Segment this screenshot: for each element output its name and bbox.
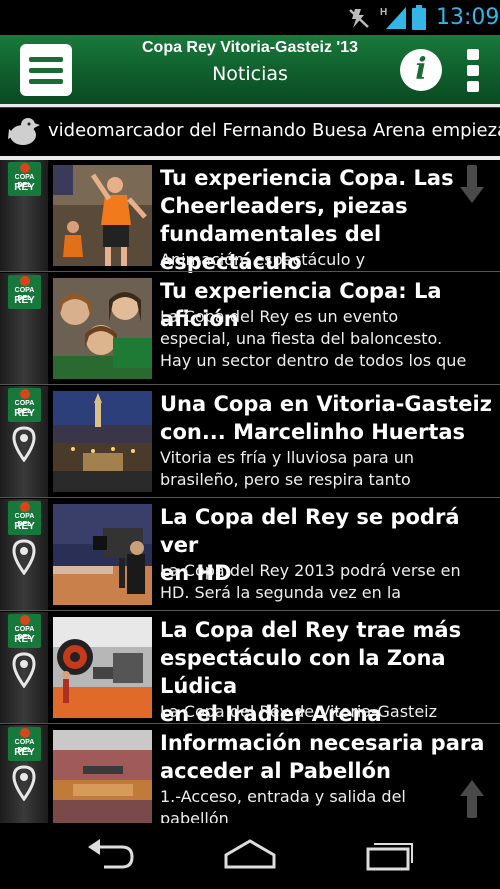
logo-line2: REY (14, 521, 35, 532)
scroll-down-arrow-icon[interactable] (458, 163, 486, 207)
copa-del-rey-logo: COPA DEL REY (8, 614, 41, 648)
basketball-icon (20, 276, 30, 286)
news-summary-line: La Copa del Rey 2013 podrá verse en (160, 561, 461, 580)
news-summary-line: Vitoria es fría y lluviosa para un (160, 448, 415, 467)
news-summary: Animación, espectáculo y (160, 249, 500, 269)
news-item[interactable]: COPA DEL REY La Copa del Rey trae más espe… (0, 612, 500, 726)
row-divider (0, 384, 500, 385)
copa-del-rey-logo: COPA DEL REY (8, 388, 41, 422)
network-type-label: H (380, 7, 387, 18)
item-side-strip: COPA DEL REY (0, 386, 48, 498)
basketball-icon (20, 728, 30, 738)
news-list[interactable]: COPA DEL REY Tu experiencia Copa. Las Chee… (0, 160, 500, 823)
news-item[interactable]: COPA DEL REY Tu experiencia Copa. Las Chee… (0, 160, 500, 274)
basketball-icon (20, 502, 30, 512)
news-summary-line: pabellón (160, 809, 229, 823)
news-title-line: Cheerleaders, piezas (160, 194, 408, 218)
news-item[interactable]: COPA DEL REY La Copa del Rey se podrá ver… (0, 499, 500, 611)
news-title-line: acceder al Pabellón (160, 759, 391, 783)
menu-button[interactable] (20, 44, 72, 96)
news-summary: La Copa del Rey 2013 podrá verse en HD. S… (160, 560, 500, 608)
item-side-strip: COPA DEL REY (0, 273, 48, 385)
map-pin-icon[interactable] (12, 765, 36, 805)
back-icon[interactable] (84, 837, 136, 873)
row-divider (0, 610, 500, 611)
news-thumbnail[interactable] (53, 504, 152, 605)
news-thumbnail[interactable] (53, 391, 152, 492)
copa-del-rey-logo: COPA DEL REY (8, 727, 41, 761)
overflow-menu-icon (467, 49, 479, 60)
news-summary: 1.-Acceso, entrada y salida del pabellón (160, 786, 500, 823)
news-thumbnail[interactable] (53, 278, 152, 379)
logo-line2: REY (14, 408, 35, 419)
status-bar: H 13:09 (0, 0, 500, 35)
news-item[interactable]: COPA DEL REY Tu experiencia Copa: La afic… (0, 273, 500, 385)
logo-line2: REY (14, 295, 35, 306)
news-summary-line: HD. Será la segunda vez en la (160, 583, 402, 602)
battery-icon (412, 5, 426, 30)
logo-line2: REY (14, 182, 35, 193)
item-side-strip: COPA DEL REY (0, 612, 48, 724)
basketball-icon (20, 389, 30, 399)
news-summary-line: La Copa del Rey de Vitoria-Gasteiz (160, 702, 438, 721)
copa-del-rey-logo: COPA DEL REY (8, 275, 41, 309)
row-divider (0, 723, 500, 724)
copa-del-rey-logo: COPA DEL REY (8, 162, 41, 196)
action-bar: Copa Rey Vitoria-Gasteiz '13 Noticias i (0, 35, 500, 104)
news-summary: La Copa del Rey es un evento especial, un… (160, 306, 500, 382)
news-title-line: La Copa del Rey trae más (160, 618, 462, 642)
news-ticker[interactable]: videomarcador del Fernando Buesa Arena e… (0, 108, 500, 156)
row-divider (0, 497, 500, 498)
signal-icon: H (380, 7, 406, 29)
news-title: Una Copa en Vitoria-Gasteiz con... Marcel… (160, 390, 500, 446)
news-summary-line: Hay un sector dentro de todos los que (160, 351, 467, 370)
news-summary-line: La Copa del Rey es un evento (160, 307, 399, 326)
copa-del-rey-logo: COPA DEL REY (8, 501, 41, 535)
logo-line2: REY (14, 747, 35, 758)
map-pin-icon[interactable] (12, 539, 36, 579)
map-pin-icon[interactable] (12, 652, 36, 692)
news-title-line: Información necesaria para (160, 731, 485, 755)
news-title-line: Una Copa en Vitoria-Gasteiz (160, 392, 492, 416)
ticker-text: videomarcador del Fernando Buesa Arena e… (48, 120, 500, 141)
item-side-strip: COPA DEL REY (0, 499, 48, 611)
recent-apps-icon[interactable] (364, 837, 416, 873)
info-icon: i (415, 52, 427, 87)
basketball-icon (20, 615, 30, 625)
news-summary: Vitoria es fría y lluviosa para un brasil… (160, 447, 500, 495)
news-title-line: Tu experiencia Copa. Las (160, 166, 454, 190)
news-summary-line: Animación, espectáculo y (160, 250, 366, 269)
scroll-up-arrow-icon[interactable] (458, 776, 486, 820)
menu-icon (29, 57, 63, 62)
twitter-bird-icon (8, 118, 40, 145)
row-divider (0, 271, 500, 272)
news-title: Información necesaria para acceder al Pab… (160, 729, 500, 785)
section-title: Noticias (212, 63, 288, 85)
news-summary: La Copa del Rey de Vitoria-Gasteiz (160, 701, 500, 721)
news-summary-line: brasileño, pero se respira tanto (160, 470, 411, 489)
news-summary-line: 1.-Acceso, entrada y salida del (160, 787, 406, 806)
news-thumbnail[interactable] (53, 730, 152, 823)
news-item[interactable]: COPA DEL REY Información necesaria para ac… (0, 725, 500, 823)
mute-icon (349, 9, 369, 28)
logo-line2: REY (14, 634, 35, 645)
news-title-line: espectáculo con la Zona Lúdica (160, 646, 446, 698)
news-thumbnail[interactable] (53, 165, 152, 266)
status-time: 13:09 (436, 5, 500, 30)
news-thumbnail[interactable] (53, 617, 152, 718)
app-title: Copa Rey Vitoria-Gasteiz '13 (141, 39, 359, 56)
map-pin-icon[interactable] (12, 426, 36, 466)
item-side-strip: COPA DEL REY (0, 725, 48, 823)
news-title-line: con... Marcelinho Huertas (160, 420, 466, 444)
news-summary-line: especial, una fiesta del baloncesto. (160, 329, 443, 348)
overflow-menu-button[interactable] (466, 49, 480, 93)
item-side-strip: COPA DEL REY (0, 160, 48, 272)
navigation-bar (0, 823, 500, 889)
news-item[interactable]: COPA DEL REY Una Copa en Vitoria-Gasteiz c… (0, 386, 500, 498)
basketball-icon (20, 163, 30, 173)
home-icon[interactable] (222, 837, 278, 873)
info-button[interactable]: i (400, 49, 442, 91)
news-title-line: La Copa del Rey se podrá ver (160, 505, 460, 557)
